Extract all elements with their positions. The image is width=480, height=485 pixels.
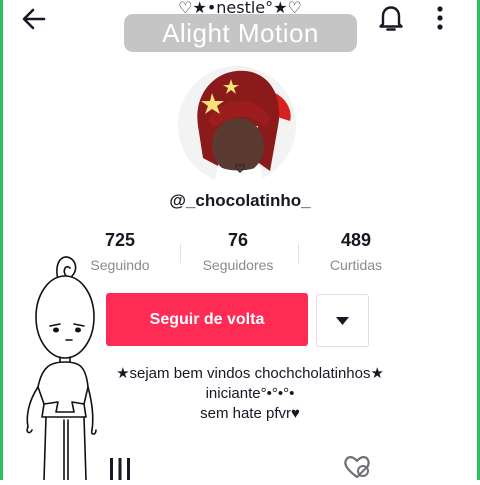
stat-label: Seguidores	[202, 257, 274, 273]
more-vertical-icon	[437, 6, 443, 30]
avatar[interactable]	[178, 66, 296, 184]
character-drawing	[26, 256, 97, 481]
stat-value: 76	[227, 230, 249, 250]
tab-liked[interactable]	[342, 453, 372, 480]
notification-button[interactable]	[377, 3, 405, 33]
suggested-accounts-button[interactable]	[316, 294, 369, 347]
more-options-button[interactable]	[430, 4, 450, 34]
stat-likes[interactable]: 489 Curtidas	[301, 229, 411, 273]
divider	[298, 243, 299, 263]
follow-back-button[interactable]: Seguir de volta	[106, 293, 308, 346]
avatar-image	[178, 66, 296, 184]
stat-label: Curtidas	[329, 257, 383, 273]
watermark: Alight Motion	[124, 14, 357, 52]
stat-value: 725	[104, 230, 136, 250]
stat-value: 489	[340, 230, 372, 250]
stat-followers[interactable]: 76 Seguidores	[183, 229, 293, 273]
bell-icon	[379, 6, 403, 31]
heart-hidden-icon	[344, 456, 370, 479]
profile-handle: @_chocolatinho_	[169, 191, 311, 210]
divider	[180, 243, 181, 263]
gacha-character-overlay	[20, 252, 130, 481]
frame-edge	[0, 0, 3, 480]
caret-down-icon	[336, 317, 349, 325]
